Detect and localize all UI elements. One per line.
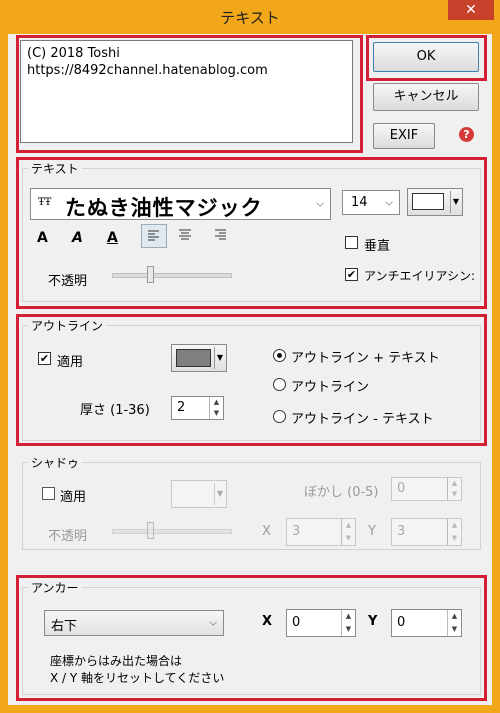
- underline-toggle[interactable]: A: [107, 230, 118, 246]
- anchor-x-label: X: [262, 614, 273, 629]
- align-right-icon: [215, 229, 226, 240]
- outline-option-outline-minus-text-radio[interactable]: [273, 410, 286, 423]
- spin-arrows-icon[interactable]: ▲ ▼: [447, 478, 461, 500]
- spin-arrows-icon[interactable]: ▲ ▼: [209, 397, 223, 419]
- chevron-down-icon: ⌵: [209, 617, 217, 629]
- shadow-x-spinner[interactable]: 3 ▲ ▼: [286, 518, 356, 546]
- chevron-down-icon: ⌵: [385, 197, 393, 208]
- spin-arrows-icon[interactable]: ▲ ▼: [341, 610, 355, 636]
- outline-color-swatch: [176, 349, 211, 367]
- anchor-y-label: Y: [368, 614, 378, 629]
- dialog-window: テキスト ✕ (C) 2018 Toshi https://8492channe…: [0, 0, 500, 713]
- vertical-checkbox[interactable]: [345, 236, 358, 249]
- caret-down-icon: ▼: [214, 347, 225, 369]
- outline-option-0-label: アウトライン + テキスト: [291, 351, 440, 366]
- exif-button[interactable]: EXIF: [373, 123, 435, 149]
- anchor-position-value: 右下: [51, 619, 78, 634]
- anchor-y-value: 0: [397, 615, 406, 630]
- shadow-apply-label: 適用: [60, 490, 87, 505]
- anchor-y-spinner[interactable]: 0 ▲ ▼: [391, 609, 462, 637]
- outline-group-legend: アウトライン: [28, 317, 107, 334]
- align-left-icon: [148, 230, 159, 241]
- outline-option-outline-plus-text-radio[interactable]: [273, 349, 286, 362]
- anchor-group-legend: アンカー: [28, 579, 82, 596]
- shadow-y-value: 3: [397, 524, 406, 539]
- outline-apply-checkbox[interactable]: ✔: [38, 352, 51, 365]
- text-input[interactable]: (C) 2018 Toshi https://8492channel.haten…: [20, 40, 353, 143]
- title-bar: テキスト ✕: [0, 0, 500, 34]
- anchor-x-value: 0: [292, 615, 301, 630]
- shadow-opacity-label: 不透明: [48, 529, 88, 544]
- shadow-x-value: 3: [292, 524, 301, 539]
- shadow-opacity-slider[interactable]: [147, 522, 154, 539]
- outline-option-2-label: アウトライン - テキスト: [291, 412, 434, 427]
- outline-thickness-label: 厚さ (1-36): [80, 403, 150, 418]
- caret-down-icon: ▼: [450, 191, 461, 213]
- dialog-client: (C) 2018 Toshi https://8492channel.haten…: [8, 34, 492, 705]
- bold-toggle[interactable]: A: [37, 230, 48, 246]
- anchor-x-spinner[interactable]: 0 ▲ ▼: [286, 609, 356, 637]
- shadow-opacity-track: [112, 529, 232, 534]
- align-center-icon: [179, 229, 191, 240]
- anchor-note-line2: X / Y 軸をリセットしてください: [50, 671, 225, 685]
- close-button[interactable]: ✕: [448, 0, 494, 20]
- shadow-blur-spinner[interactable]: 0 ▲ ▼: [391, 477, 462, 501]
- shadow-color-picker[interactable]: ▼: [171, 480, 227, 508]
- outline-thickness-value: 2: [177, 400, 186, 415]
- text-opacity-slider[interactable]: [147, 266, 154, 283]
- outline-option-outline-radio[interactable]: [273, 378, 286, 391]
- window-title: テキスト: [220, 9, 280, 27]
- text-opacity-label: 不透明: [48, 274, 88, 289]
- align-center-button[interactable]: [173, 224, 199, 248]
- shadow-y-label: Y: [368, 524, 376, 539]
- shadow-blur-label: ぼかし (0-5): [304, 485, 379, 500]
- text-opacity-track: [112, 273, 232, 278]
- cancel-button[interactable]: キャンセル: [373, 83, 479, 111]
- font-size-select[interactable]: 14 ⌵: [342, 190, 400, 215]
- shadow-apply-checkbox[interactable]: [42, 487, 55, 500]
- font-name: たぬき油性マジック: [65, 196, 263, 220]
- text-color-picker[interactable]: ▼: [407, 188, 463, 216]
- shadow-group-legend: シャドゥ: [28, 454, 83, 471]
- anchor-position-select[interactable]: 右下 ⌵: [44, 610, 224, 636]
- outline-apply-label: 適用: [57, 355, 84, 370]
- antialias-checkbox[interactable]: ✔: [345, 268, 358, 281]
- text-color-swatch: [412, 193, 444, 210]
- spin-arrows-icon[interactable]: ▲ ▼: [341, 519, 355, 545]
- chevron-down-icon: ⌵: [316, 198, 324, 210]
- spin-arrows-icon[interactable]: ▲ ▼: [447, 519, 461, 545]
- help-icon[interactable]: ?: [459, 127, 474, 142]
- italic-toggle[interactable]: A: [72, 230, 83, 246]
- font-size-value: 14: [351, 195, 368, 210]
- text-group-legend: テキスト: [28, 160, 82, 177]
- shadow-y-spinner[interactable]: 3 ▲ ▼: [391, 518, 462, 546]
- ok-button[interactable]: OK: [373, 42, 479, 72]
- vertical-label: 垂直: [364, 239, 391, 254]
- align-left-button[interactable]: [141, 224, 167, 248]
- shadow-x-label: X: [262, 524, 271, 539]
- caret-down-icon: ▼: [214, 483, 225, 505]
- anchor-note-line1: 座標からはみ出た場合は: [50, 654, 183, 668]
- font-type-icon: ŦŦ: [38, 197, 52, 208]
- antialias-label: アンチエイリアシン:: [364, 269, 476, 283]
- spin-arrows-icon[interactable]: ▲ ▼: [447, 610, 461, 636]
- align-right-button[interactable]: [208, 224, 234, 248]
- outline-thickness-spinner[interactable]: 2 ▲ ▼: [171, 396, 224, 420]
- outline-color-picker[interactable]: ▼: [171, 344, 227, 372]
- shadow-blur-value: 0: [397, 481, 406, 496]
- font-select[interactable]: ŦŦ たぬき油性マジック ⌵: [30, 188, 331, 220]
- outline-option-1-label: アウトライン: [291, 380, 370, 395]
